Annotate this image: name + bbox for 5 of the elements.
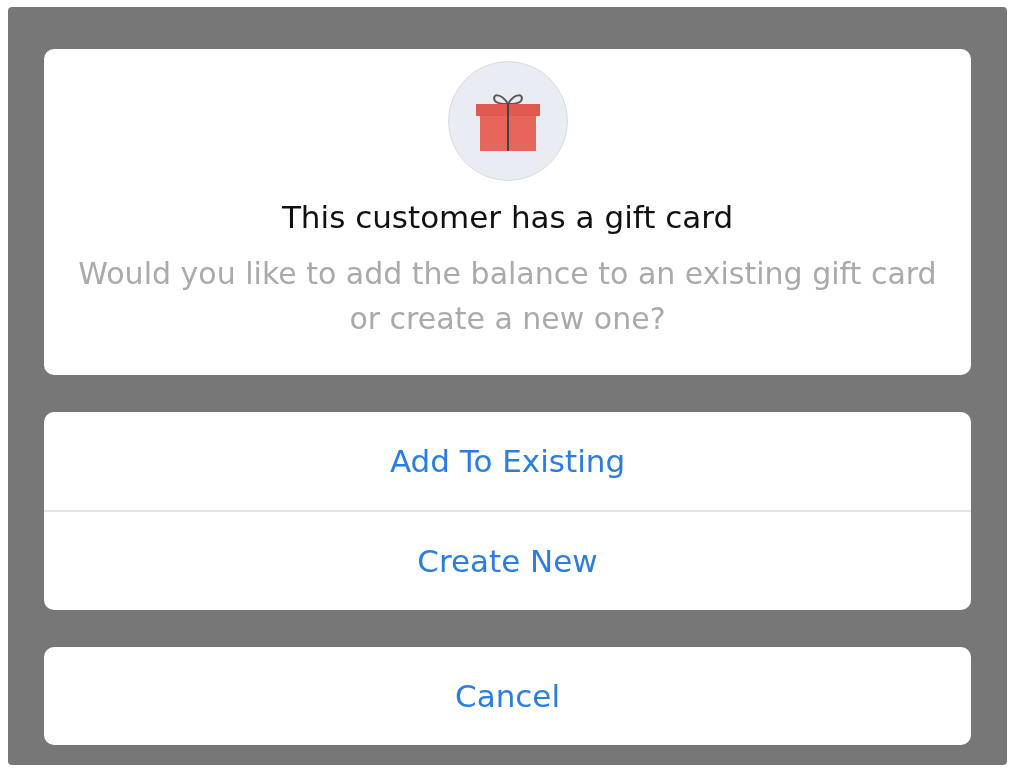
action-button[interactable]: Add To Existing [44, 412, 971, 510]
cancel-button[interactable]: Cancel [44, 647, 971, 745]
action-button[interactable]: Create New [44, 512, 971, 610]
alert-message: Would you like to add the balance to an existing gift card or create a new one? [77, 255, 938, 338]
alert-title: This customer has a gift card [281, 199, 734, 235]
